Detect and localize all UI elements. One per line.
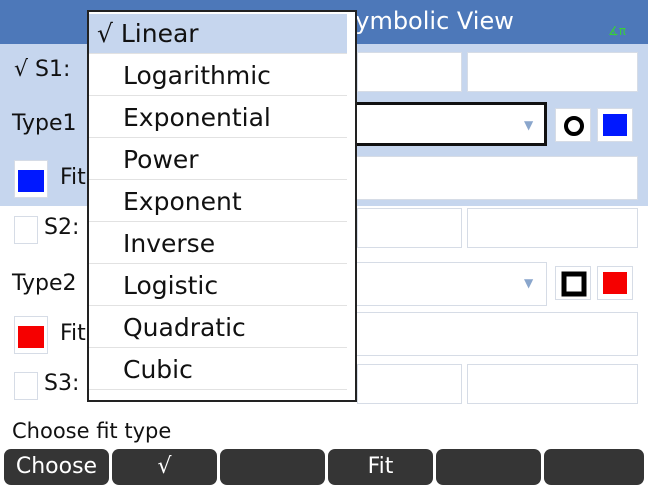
fit-type-option-quadratic[interactable]: Quadratic — [89, 308, 347, 348]
type1-color-cell[interactable] — [597, 108, 633, 142]
s2-y-column-field[interactable] — [467, 208, 638, 248]
fit1-color-swatch — [603, 114, 627, 136]
type2-select[interactable] — [340, 262, 547, 306]
type2-label: Type2 — [12, 271, 77, 296]
type2-marker[interactable] — [555, 266, 591, 300]
fit2-color-swatch — [603, 272, 627, 294]
type1-dropdown-arrow-icon[interactable]: ▼ — [524, 118, 533, 132]
menu-button-3[interactable] — [220, 449, 325, 485]
square-marker-icon — [561, 271, 587, 297]
s2-label[interactable]: S2: — [44, 208, 79, 248]
type1-select[interactable] — [340, 102, 547, 146]
s3-x-column-field[interactable] — [357, 364, 462, 404]
type1-label: Type1 — [12, 111, 77, 136]
fit-type-option-power[interactable]: Power — [89, 140, 347, 180]
fit-type-option-exponent[interactable]: Exponent — [89, 182, 347, 222]
check-button[interactable]: √ — [112, 449, 217, 485]
fit-button[interactable]: Fit — [328, 449, 433, 485]
fit-type-option-exponential[interactable]: Exponential — [89, 98, 347, 138]
circle-marker-icon — [564, 116, 584, 136]
type1-marker[interactable] — [555, 108, 591, 142]
fit-type-option-cubic[interactable]: Cubic — [89, 350, 347, 390]
s2-x-column-field[interactable] — [357, 208, 462, 248]
s3-checkbox[interactable] — [14, 372, 38, 400]
fit2-equation-field[interactable] — [340, 312, 638, 356]
menu-button-5[interactable] — [436, 449, 541, 485]
menu-button-6[interactable] — [544, 449, 644, 485]
soft-menu-bar: Choose √ Fit — [0, 449, 648, 489]
fit-type-option-quartic[interactable]: Quartic — [89, 392, 347, 400]
angle-mode-indicator: ∡π — [608, 24, 626, 38]
fit2-label: Fit — [60, 321, 86, 346]
fit-type-option-linear[interactable]: √ Linear — [89, 14, 347, 54]
s3-y-column-field[interactable] — [467, 364, 638, 404]
fit2-color-swatch-left — [18, 326, 44, 348]
fit2-color-cell[interactable] — [14, 316, 48, 354]
fit-type-dropdown[interactable]: √ Linear Logarithmic Exponential Power E… — [87, 10, 357, 402]
view-title: Symbolic View — [340, 7, 514, 35]
fit-type-option-logarithmic[interactable]: Logarithmic — [89, 56, 347, 96]
type2-dropdown-arrow-icon[interactable]: ▼ — [524, 276, 533, 290]
fit-type-option-logistic[interactable]: Logistic — [89, 266, 347, 306]
fit1-color-cell[interactable] — [14, 160, 48, 198]
fit1-label: Fit — [60, 165, 86, 190]
s1-label[interactable]: √ S1: — [14, 50, 70, 90]
status-message: Choose fit type — [12, 419, 172, 443]
s3-label[interactable]: S3: — [44, 364, 79, 404]
s1-x-column-field[interactable] — [357, 52, 462, 92]
fit1-equation-field[interactable] — [340, 156, 638, 200]
choose-button[interactable]: Choose — [4, 449, 109, 485]
s2-checkbox[interactable] — [14, 216, 38, 244]
fit-type-option-inverse[interactable]: Inverse — [89, 224, 347, 264]
s1-y-column-field[interactable] — [467, 52, 638, 92]
type2-color-cell[interactable] — [597, 266, 633, 300]
fit1-color-swatch-left — [18, 170, 44, 192]
